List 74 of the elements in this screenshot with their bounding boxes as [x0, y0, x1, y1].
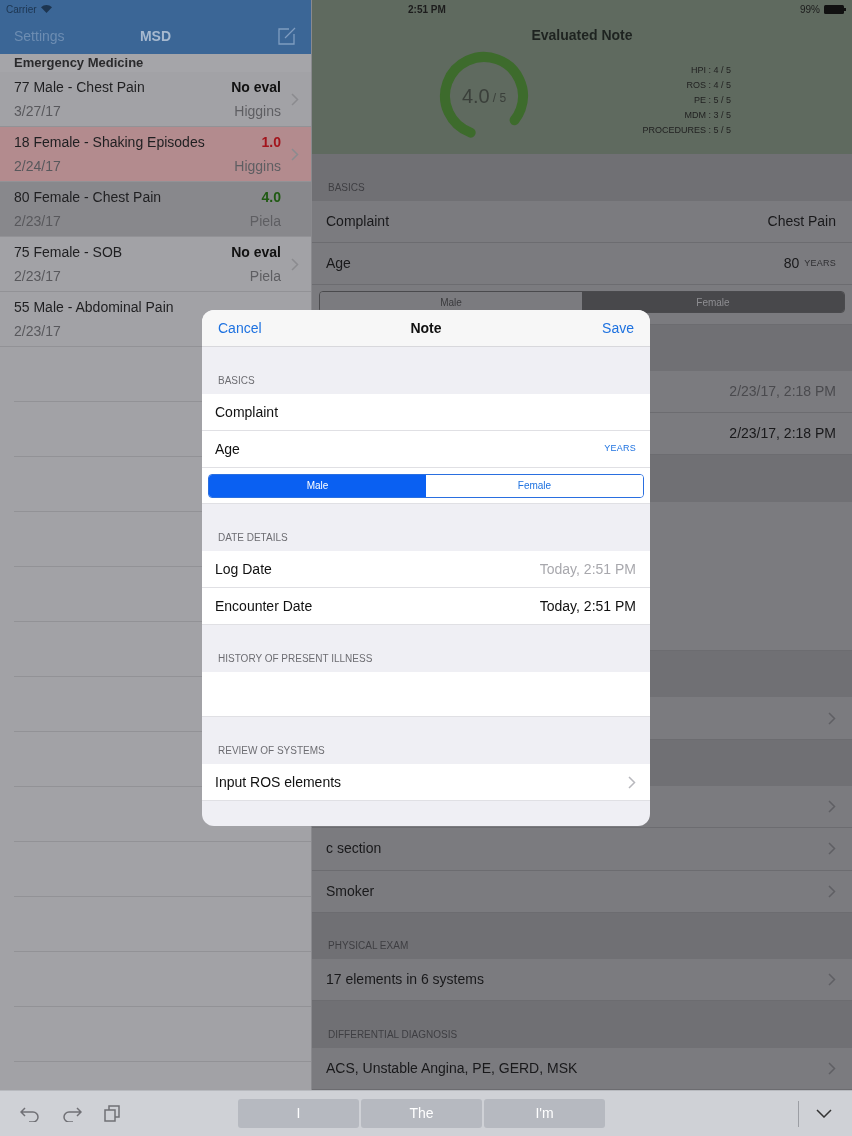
row-value: Today, 2:51 PM — [539, 596, 636, 616]
note-title: 55 Male - Abdominal Pain — [14, 297, 174, 317]
battery-icon — [824, 4, 846, 14]
row-value: 80 — [783, 254, 800, 273]
row-label: Encounter Date — [215, 596, 314, 616]
row-label: 17 elements in 6 systems — [326, 970, 485, 990]
chevron-icon — [828, 842, 836, 856]
row-label: Complaint — [326, 211, 391, 231]
wifi-icon — [40, 5, 52, 13]
note-list-item[interactable]: 18 Female - Shaking Episodes 2/24/17 1.0 Higgins — [0, 127, 311, 182]
section-header: DATE DETAILS — [218, 531, 288, 545]
row-value: 2/23/17, 2:18 PM — [729, 424, 836, 444]
row-value: Chest Pain — [767, 211, 836, 231]
table-row[interactable]: c section — [312, 828, 852, 871]
score-breakdown: MDM : 3 / 5 — [684, 108, 731, 122]
undo-icon[interactable] — [20, 1105, 40, 1122]
chevron-icon — [291, 147, 299, 161]
chevron-down-icon[interactable] — [816, 1109, 832, 1118]
row-label: Log Date — [215, 559, 273, 579]
row-label: c section — [326, 839, 383, 859]
table-row[interactable]: ACS, Unstable Angina, PE, GERD, MSK — [312, 1047, 852, 1091]
note-title: 77 Male - Chest Pain — [14, 77, 145, 97]
chevron-icon — [828, 884, 836, 898]
score-breakdown: PE : 5 / 5 — [693, 93, 731, 107]
gender-segment[interactable]: Male — [209, 474, 426, 497]
battery-text: 99% — [800, 2, 820, 17]
row-label: ACS, Unstable Angina, PE, GERD, MSK — [326, 1058, 579, 1078]
row-label: Age — [326, 254, 352, 273]
note-title: 18 Female - Shaking Episodes — [14, 132, 205, 152]
table-row[interactable]: 17 elements in 6 systems — [312, 959, 852, 1002]
unit-label: YEARS — [804, 256, 836, 270]
gender-segment[interactable]: Female — [582, 292, 844, 313]
row-label: Input ROS elements — [215, 772, 343, 792]
nav-title: MSD — [139, 26, 172, 46]
chevron-icon — [828, 973, 836, 987]
chevron-icon — [828, 711, 836, 725]
table-row[interactable]: Smoker — [312, 870, 852, 913]
row-label: Smoker — [326, 881, 376, 901]
paste-icon[interactable] — [104, 1105, 120, 1122]
save-button[interactable]: Save — [602, 317, 634, 339]
chevron-icon — [628, 775, 636, 789]
score-breakdown: PROCEDURES : 5 / 5 — [642, 123, 731, 137]
score-breakdown: HPI : 4 / 5 — [690, 63, 731, 77]
section-header: REVIEW OF SYSTEMS — [218, 744, 325, 758]
section-header: HISTORY OF PRESENT ILLNESS — [218, 652, 373, 666]
dialog-title: Note — [410, 318, 442, 338]
row-label: Age — [215, 439, 241, 459]
note-date: 2/24/17 — [14, 156, 61, 176]
score-breakdown: ROS : 4 / 5 — [686, 78, 731, 92]
table-row[interactable]: Input ROS elements — [202, 764, 650, 801]
note-score: No eval — [231, 242, 281, 262]
carrier-text: Carrier — [6, 2, 37, 17]
note-author: Piela — [249, 266, 281, 286]
note-score: No eval — [231, 77, 281, 97]
note-score: 1.0 — [261, 132, 281, 152]
redo-icon[interactable] — [62, 1105, 82, 1122]
row-label: Complaint — [215, 402, 280, 422]
note-author: Higgins — [234, 101, 281, 121]
note-title: 75 Female - SOB — [14, 242, 123, 262]
unit-label: YEARS — [604, 442, 636, 456]
chevron-icon — [828, 1061, 836, 1075]
cancel-button[interactable]: Cancel — [218, 317, 262, 339]
note-date: 2/23/17 — [14, 321, 61, 341]
note-score: 4.0 — [261, 187, 281, 207]
section-header: BASICS — [218, 374, 255, 388]
screen-title: Evaluated Note — [530, 26, 634, 45]
note-author: Higgins — [234, 156, 281, 176]
note-title: 80 Female - Chest Pain — [14, 187, 162, 207]
clock-text: 2:51 PM — [408, 2, 446, 17]
compose-icon[interactable] — [277, 26, 297, 46]
row-value: Today, 2:51 PM — [539, 559, 636, 579]
note-date: 2/23/17 — [14, 266, 61, 286]
note-date: 3/27/17 — [14, 101, 61, 121]
chevron-icon — [828, 800, 836, 814]
